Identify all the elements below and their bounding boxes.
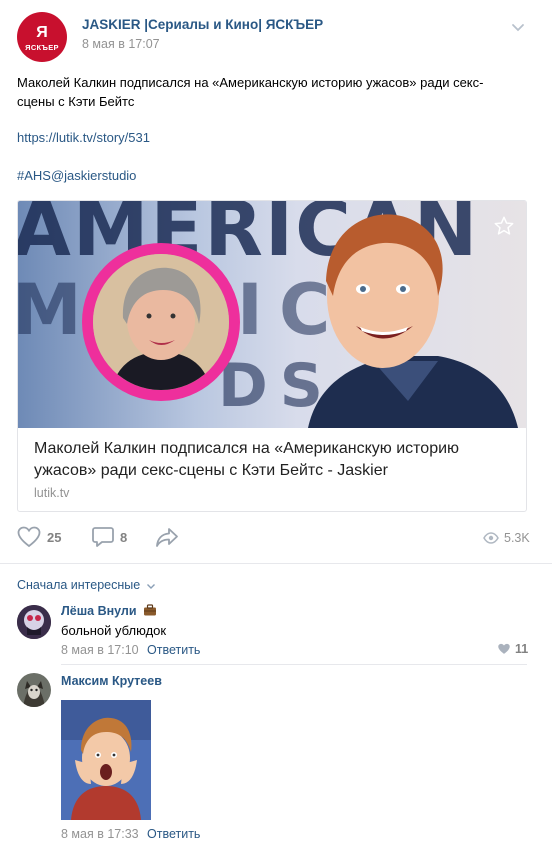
views-count: 5.3K [504,531,530,545]
comment-date[interactable]: 8 мая в 17:33 [61,827,139,841]
card-domain: lutik.tv [34,486,70,500]
group-logo-letter: Я [36,24,48,41]
avatar[interactable] [17,673,51,707]
man-photo [308,214,518,428]
briefcase-icon [144,604,157,616]
views-counter: 5.3K [483,531,530,545]
share-icon[interactable] [155,526,179,548]
comment-author-name: Лёша Внули [61,604,137,618]
comments-sort-dropdown[interactable]: Сначала интересные [17,578,156,592]
link-card[interactable]: AMERICAN MUSIC DS [17,200,527,512]
avatar[interactable] [17,605,51,639]
star-icon[interactable] [493,215,515,237]
woman-photo-circle [82,243,240,401]
comment-icon[interactable] [92,526,114,548]
comment-author[interactable]: Лёша Внули [61,604,157,618]
comment-image[interactable] [61,700,151,820]
heart-icon[interactable] [17,526,41,548]
post-hashtag[interactable]: #AHS@jaskierstudio [17,168,136,183]
comment-like-count: 11 [515,642,529,656]
comment-like-button[interactable]: 11 [497,642,528,656]
reply-button[interactable]: Ответить [147,643,200,657]
divider [61,664,527,665]
comments-sort-label: Сначала интересные [17,578,141,592]
eye-icon [483,532,499,544]
reply-button[interactable]: Ответить [147,827,200,841]
post-date[interactable]: 8 мая в 17:07 [82,37,160,51]
group-logo-text: ЯСКЪЕР [25,43,59,52]
post-text: Маколей Калкин подписался на «Американск… [17,75,484,109]
comment-count[interactable]: 8 [120,530,127,545]
comment-date[interactable]: 8 мая в 17:10 [61,643,139,657]
group-name-link[interactable]: JASKIER |Сериалы и Кино| ЯСКЪЕР [82,17,323,32]
like-count[interactable]: 25 [47,530,61,545]
chevron-down-icon [146,583,155,589]
comment-text: больной ублюдок [61,623,167,638]
chevron-down-icon[interactable] [510,19,526,35]
card-image[interactable]: AMERICAN MUSIC DS [18,201,526,428]
heart-icon [498,643,510,654]
divider [0,563,552,564]
post-link[interactable]: https://lutik.tv/story/531 [17,130,150,145]
group-avatar[interactable]: Я ЯСКЪЕР [17,12,67,62]
card-title[interactable]: Маколей Калкин подписался на «Американск… [34,438,504,482]
comment-author-name[interactable]: Максим Крутеев [61,674,162,688]
